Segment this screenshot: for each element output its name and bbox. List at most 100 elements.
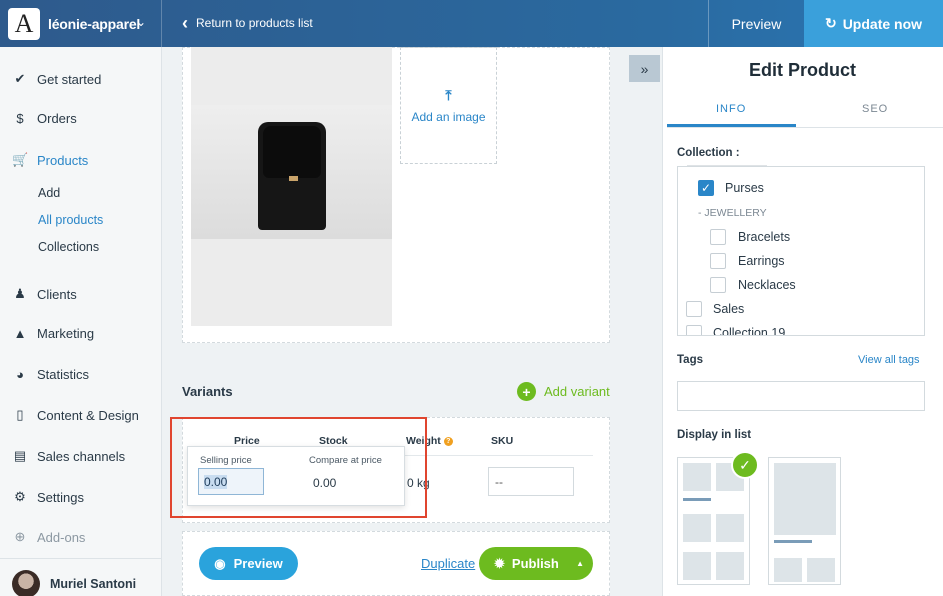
column-header-sku: SKU	[491, 435, 514, 447]
back-label: Return to products list	[196, 16, 313, 30]
sidebar-item-label: Add-ons	[37, 529, 86, 545]
add-image-button[interactable]: ⤒ Add an image	[400, 47, 497, 164]
chevron-down-icon[interactable]: ⌄	[136, 15, 146, 29]
image-icon	[683, 552, 711, 580]
sku-input[interactable]: --	[488, 467, 574, 496]
scrolled-group-label	[687, 160, 767, 166]
image-icon	[683, 514, 711, 542]
sidebar-item-label: Statistics	[37, 367, 90, 382]
collection-checkbox-sales[interactable]	[686, 301, 702, 317]
sidebar-subitem-all-products[interactable]: All products	[38, 213, 103, 227]
cart-icon: 🛒	[12, 152, 29, 167]
pie-chart-icon: ◕	[16, 367, 24, 382]
sidebar-item-label: Settings	[37, 489, 84, 505]
image-icon	[716, 514, 744, 542]
sidebar-item-sales-channels[interactable]: ▤ Sales channels	[12, 448, 125, 464]
image-icon	[774, 558, 802, 582]
tags-input[interactable]	[677, 381, 925, 411]
selected-check-icon: ✓	[731, 451, 759, 479]
top-bar: A léonie-apparel ⌄ ‹ Return to products …	[0, 0, 943, 47]
sidebar-item-orders[interactable]: $ Orders	[12, 111, 77, 126]
back-to-products-link[interactable]: ‹ Return to products list	[182, 13, 313, 33]
collection-row-clip: Collection 19	[678, 322, 924, 335]
plus-icon: +	[517, 382, 536, 401]
collection-label-earrings: Earrings	[738, 254, 785, 268]
divider	[0, 558, 162, 559]
collection-label-purses: Purses	[725, 181, 764, 195]
divider	[161, 0, 162, 47]
sidebar-item-settings[interactable]: ⚙ Settings	[12, 489, 84, 505]
text-line	[683, 498, 711, 501]
user-name[interactable]: Muriel Santoni	[50, 577, 136, 591]
duplicate-link[interactable]: Duplicate	[421, 556, 475, 571]
sidebar-item-label: Orders	[37, 111, 77, 126]
variants-title: Variants	[182, 384, 233, 399]
sidebar-item-label: Products	[37, 152, 89, 168]
collection-checkbox-collection-19[interactable]	[686, 325, 702, 335]
sidebar-subitem-add[interactable]: Add	[38, 186, 60, 200]
tags-label: Tags	[677, 354, 703, 366]
refresh-icon: ↻	[824, 15, 837, 31]
collapse-panel-button[interactable]: »	[629, 55, 660, 82]
chevron-left-icon: ‹	[182, 13, 188, 33]
publish-button[interactable]: ✹ Publish ▲	[479, 547, 593, 580]
sidebar-item-add-ons[interactable]: ⊕ Add-ons	[12, 529, 86, 545]
people-icon: ♟	[14, 286, 26, 301]
caret-up-icon[interactable]: ▲	[576, 559, 584, 568]
tab-seo[interactable]: SEO	[862, 103, 888, 115]
collection-checkbox-necklaces[interactable]	[710, 277, 726, 293]
bell-icon: ▲	[13, 326, 27, 341]
collection-label: Collection :	[677, 147, 740, 159]
image-icon	[807, 558, 835, 582]
collection-label-necklaces: Necklaces	[738, 278, 796, 292]
sidebar-item-content-design[interactable]: ▯ Content & Design	[12, 407, 139, 423]
image-icon	[716, 552, 744, 580]
panel-title: Edit Product	[749, 60, 856, 80]
preview-button[interactable]: Preview	[708, 0, 804, 47]
sidebar-item-products[interactable]: 🛒 Products	[12, 152, 88, 168]
add-variant-label: Add variant	[544, 384, 610, 399]
shop-name[interactable]: léonie-apparel	[48, 16, 140, 32]
sidebar-item-label: Content & Design	[37, 407, 139, 423]
sidebar-item-label: Sales channels	[37, 448, 126, 464]
help-icon[interactable]: ?	[443, 436, 453, 446]
sidebar-item-get-started[interactable]: ✔ Get started	[12, 71, 102, 87]
bag-photo-clasp	[289, 176, 298, 181]
preview-product-button[interactable]: ◉ Preview	[199, 547, 298, 580]
view-all-tags-link[interactable]: View all tags	[858, 354, 920, 366]
upload-icon: ⤒	[445, 87, 452, 103]
bag-photo-flap	[263, 126, 321, 178]
sidebar-item-marketing[interactable]: ▲ Marketing	[12, 326, 95, 341]
highlight-box	[170, 417, 427, 518]
plus-circle-icon: ⊕	[14, 529, 26, 544]
publish-label: Publish	[511, 556, 559, 571]
add-variant-button[interactable]: + Add variant	[517, 382, 610, 401]
sidebar-item-statistics[interactable]: ◕ Statistics	[12, 367, 89, 382]
sidebar-subitem-collections[interactable]: Collections	[38, 240, 99, 254]
display-in-list-label: Display in list	[677, 429, 752, 441]
avatar[interactable]	[12, 570, 40, 596]
tab-info[interactable]: INFO	[716, 103, 746, 115]
active-tab-indicator	[667, 124, 796, 127]
check-circle-icon: ✔	[14, 71, 26, 86]
update-now-button[interactable]: ↻ Update now	[804, 0, 943, 47]
collection-checkbox-earrings[interactable]	[710, 253, 726, 269]
sidebar-item-clients[interactable]: ♟ Clients	[12, 286, 77, 302]
shop-logo[interactable]: A	[8, 8, 40, 40]
gear-icon: ⚙	[14, 489, 26, 504]
phone-icon: ▯	[16, 407, 24, 422]
check-icon: ✓	[700, 181, 712, 195]
sidebar-item-label: Clients	[37, 286, 77, 302]
eye-icon: ◉	[214, 555, 226, 571]
layout-option-highlight[interactable]	[768, 457, 841, 585]
collection-checkbox-purses[interactable]: ✓	[698, 180, 714, 196]
store-icon: ▤	[13, 448, 27, 463]
sidebar	[0, 47, 162, 596]
text-line	[774, 540, 812, 543]
preview-label: Preview	[233, 556, 283, 571]
collection-label-collection-19: Collection 19	[713, 326, 786, 335]
collection-label-sales: Sales	[713, 302, 745, 316]
publish-icon: ✹	[494, 555, 505, 571]
dollar-circle-icon: $	[16, 111, 24, 126]
collection-checkbox-bracelets[interactable]	[710, 229, 726, 245]
